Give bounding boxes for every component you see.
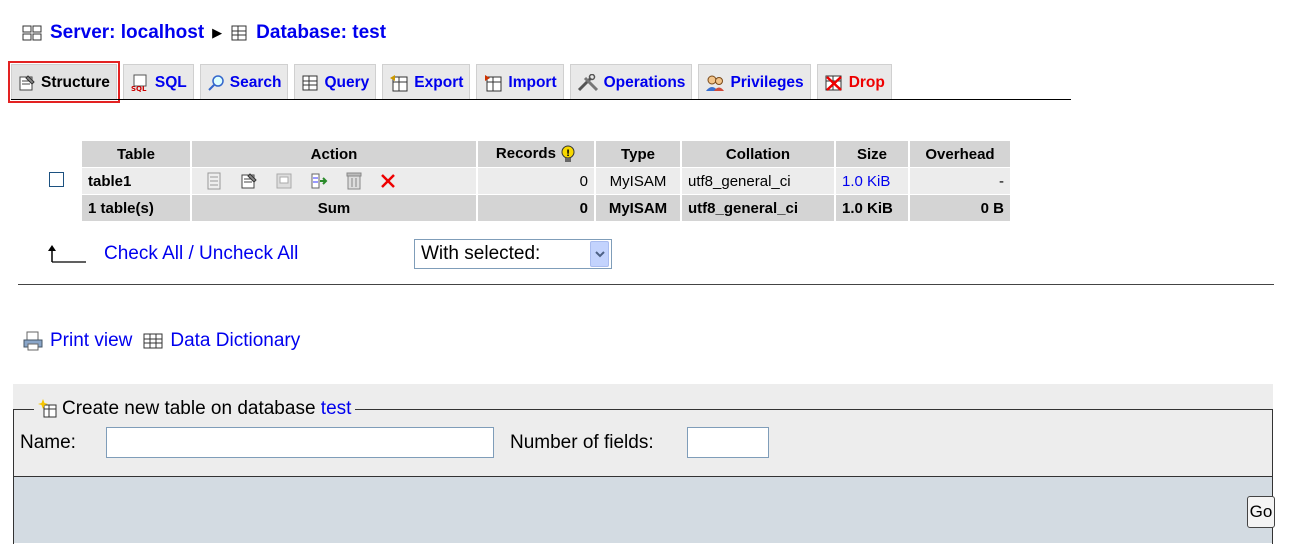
tab-label: Export [414,73,464,91]
data-dictionary-link[interactable]: Data Dictionary [170,330,300,352]
row-checkbox-cell [32,168,80,194]
with-selected-value: With selected: [421,243,541,264]
table-list: Table Action Records ! Type Collation Si… [30,140,1012,222]
check-all-link[interactable]: Check All / Uncheck All [104,243,298,265]
row-checkbox[interactable] [48,171,64,187]
tab-sql[interactable]: SQL SQL [122,64,194,100]
tab-drop[interactable]: Drop [816,64,892,100]
number-of-fields-label: Number of fields: [510,432,654,453]
sum-overhead: 0 B [910,195,1010,221]
table-row: table1 0 MyISAM utf8_general_ci 1.0 KiB … [32,168,1010,194]
header-overhead: Overhead [910,141,1010,167]
tip-bulb-icon[interactable]: ! [560,145,576,163]
browse-icon[interactable] [206,172,222,190]
tab-label: Privileges [730,73,804,91]
breadcrumb-database-link[interactable]: Database: test [256,22,386,44]
table-name-input[interactable] [106,427,494,458]
tab-label: Import [508,73,557,91]
row-actions [192,168,476,194]
tab-import[interactable]: Import [476,64,564,100]
print-icon [23,331,43,351]
new-table-icon [38,399,57,418]
tab-label: Query [324,73,370,91]
tab-baseline [11,99,1071,100]
data-dictionary-icon [143,333,163,349]
breadcrumb-separator-icon: ▶ [212,25,223,40]
with-selected-dropdown[interactable]: With selected: [414,239,612,269]
header-size: Size [836,141,908,167]
svg-text:SQL: SQL [131,85,147,92]
create-table-legend: Create new table on database test [34,398,356,420]
tab-structure[interactable]: Structure [8,61,120,103]
tab-export[interactable]: Export [382,64,471,100]
server-icon [22,25,42,41]
tab-label: Structure [41,73,110,91]
database-icon [231,25,247,41]
svg-text:!: ! [566,149,570,159]
sum-collation: utf8_general_ci [682,195,834,221]
header-type: Type [596,141,680,167]
row-overhead: - [910,168,1010,194]
query-icon [302,75,318,90]
header-records-label: Records [495,144,556,162]
sum-label: Sum [192,195,476,221]
header-collation: Collation [682,141,834,167]
arrow-up-corner-icon [48,245,86,263]
drop-table-icon[interactable] [380,173,396,189]
legend-text: Create new table on database [62,398,321,419]
header-records: Records ! [478,141,594,167]
check-all-row: Check All / Uncheck All [40,243,298,265]
row-type: MyISAM [596,168,680,194]
chevron-down-icon[interactable] [590,241,609,267]
search-icon [208,74,224,91]
breadcrumb-server-link[interactable]: Server: localhost [50,22,204,44]
number-of-fields-input[interactable] [687,427,769,458]
tab-query[interactable]: Query [294,64,377,100]
header-spacer [32,141,80,167]
fieldset-footer [14,477,1272,543]
page-links: Print view Data Dictionary [22,330,300,352]
structure-icon [19,74,35,90]
tab-label: Operations [603,73,686,91]
print-view-link[interactable]: Print view [50,330,132,352]
sum-type: MyISAM [596,195,680,221]
legend-database-link[interactable]: test [321,398,352,420]
tab-label: SQL [154,73,187,91]
tab-search[interactable]: Search [199,64,289,100]
drop-icon [825,75,842,91]
insert-icon[interactable] [310,172,328,190]
sum-spacer [32,195,80,221]
tab-bar: Structure SQL SQL Search Query Export Im… [8,61,898,103]
tab-label: Search [229,73,282,91]
sum-records: 0 [478,195,594,221]
table-header-row: Table Action Records ! Type Collation Si… [32,141,1010,167]
row-collation: utf8_general_ci [682,168,834,194]
search-table-icon[interactable] [276,172,292,190]
tab-label: Drop [848,73,885,91]
table-sum-row: 1 table(s) Sum 0 MyISAM utf8_general_ci … [32,195,1010,221]
go-button[interactable]: Go [1247,496,1275,528]
import-icon [485,74,502,91]
header-action: Action [192,141,476,167]
sql-icon: SQL [131,74,147,92]
empty-icon[interactable] [346,172,362,190]
breadcrumb: Server: localhost ▶ Database: test [22,22,386,44]
row-size-link[interactable]: 1.0 KiB [836,168,908,194]
tab-operations[interactable]: Operations [569,64,693,100]
header-table: Table [82,141,190,167]
tab-privileges[interactable]: Privileges [698,64,811,100]
divider [18,284,1274,285]
sum-size: 1.0 KiB [836,195,908,221]
export-icon [390,74,408,91]
row-table-name[interactable]: table1 [82,168,190,194]
operations-icon [577,73,598,91]
row-records: 0 [478,168,594,194]
sum-table-count: 1 table(s) [82,195,190,221]
structure-icon[interactable] [240,172,258,190]
privileges-icon [706,75,725,91]
name-label: Name: [20,432,76,453]
